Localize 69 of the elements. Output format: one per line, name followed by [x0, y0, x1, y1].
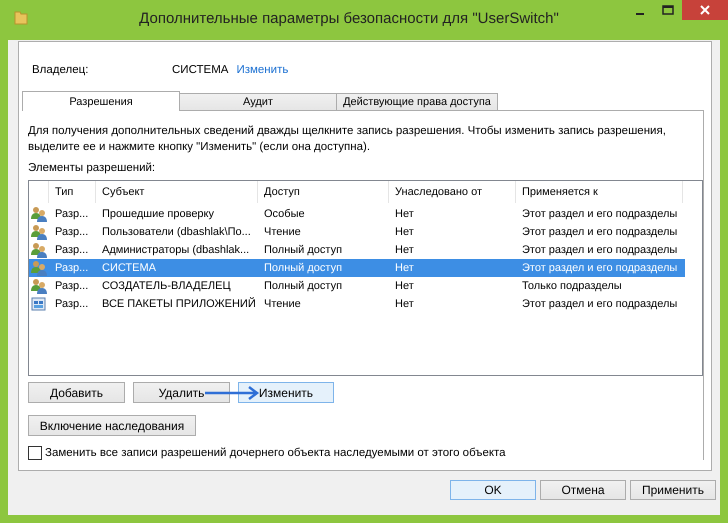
column-header[interactable]: Субъект: [96, 181, 258, 203]
column-header[interactable]: Унаследовано от: [389, 181, 516, 203]
checkbox-label: Заменить все записи разрешений дочернего объекта наследуемыми от этого объекта: [45, 447, 506, 459]
column-header[interactable]: Доступ: [258, 181, 389, 203]
table-cell-text: Чтение: [263, 226, 302, 238]
tab[interactable]: Разрешения: [22, 91, 180, 111]
action-button[interactable]: Добавить: [28, 382, 125, 403]
table-cell-text: Прошедшие проверку: [101, 208, 215, 220]
users-icon: [31, 206, 47, 222]
dialog-button[interactable]: Применить: [630, 480, 716, 500]
tab[interactable]: Аудит: [179, 93, 337, 111]
dialog-button[interactable]: OK: [450, 480, 536, 500]
users-icon: [31, 224, 47, 240]
table-cell-text: Разр...: [54, 262, 90, 274]
list-label: Элементы разрешений:: [28, 162, 156, 174]
table-cell-text: Разр...: [54, 208, 90, 220]
table-cell-text: Полный доступ: [263, 280, 344, 292]
dialog-button[interactable]: Отмена: [540, 480, 626, 500]
users-icon: [31, 242, 47, 258]
table-cell-text: Разр...: [54, 298, 90, 310]
table-cell-text: Этот раздел и его подразделы: [521, 262, 678, 274]
users-icon: [31, 260, 47, 276]
table-cell-text: Нет: [394, 262, 415, 274]
change-owner-link[interactable]: Изменить: [236, 64, 288, 76]
users-icon: [31, 278, 47, 294]
list-row[interactable]: Разр... Администраторы (dbashlak... Полный доступ Нет Этот раздел и его подразделы: [29, 241, 685, 259]
table-cell-text: Разр...: [54, 280, 90, 292]
table-cell-text: Разр...: [54, 244, 90, 256]
table-cell-text: Этот раздел и его подразделы: [521, 208, 678, 220]
column-header[interactable]: Применяется к: [516, 181, 683, 203]
table-cell-text: Полный доступ: [263, 262, 344, 274]
table-cell-text: Нет: [394, 226, 415, 238]
info-text: Для получения дополнительных сведений дважды щелкните запись разрешения. Чтобы изменить запись разрешения, выделите ее и нажмите кнопку "Изменить" (если она доступна).: [28, 124, 667, 155]
table-cell-text: Разр...: [54, 226, 90, 238]
list-row[interactable]: Разр... Прошедшие проверку Особые Нет Этот раздел и его подразделы: [29, 205, 685, 223]
table-cell-text: Администраторы (dbashlak...: [101, 244, 250, 256]
window-title: Дополнительные параметры безопасности для "UserSwitch": [138, 10, 560, 26]
table-cell-text: СОЗДАТЕЛЬ-ВЛАДЕЛЕЦ: [101, 280, 232, 292]
table-cell-text: ВСЕ ПАКЕТЫ ПРИЛОЖЕНИЙ: [101, 298, 257, 310]
table-cell-text: Этот раздел и его подразделы: [521, 298, 678, 310]
folder-icon: [14, 9, 28, 25]
action-button[interactable]: Изменить: [238, 382, 334, 403]
table-cell-text: Нет: [394, 208, 415, 220]
checkbox[interactable]: [28, 446, 42, 460]
table-cell-text: Этот раздел и его подразделы: [521, 244, 678, 256]
owner-label: Владелец:: [32, 64, 90, 76]
maximize-icon: [662, 5, 674, 15]
list-row[interactable]: Разр... СОЗДАТЕЛЬ-ВЛАДЕЛЕЦ Полный доступ Нет Только подразделы: [29, 277, 685, 295]
table-cell-text: Нет: [394, 298, 415, 310]
tab[interactable]: Действующие права доступа: [336, 93, 498, 111]
table-cell-text: Только подразделы: [521, 280, 623, 292]
table-cell-text: Пользователи (dbashlak\По...: [101, 226, 252, 238]
owner-value: СИСТЕМА: [172, 64, 228, 76]
table-cell-text: Нет: [394, 244, 415, 256]
table-cell-text: Этот раздел и его подразделы: [521, 226, 678, 238]
inheritance-button[interactable]: Включение наследования: [28, 415, 196, 436]
list-row[interactable]: Разр... ВСЕ ПАКЕТЫ ПРИЛОЖЕНИЙ Чтение Нет Этот раздел и его подразделы: [29, 295, 685, 313]
table-cell-text: Нет: [394, 280, 415, 292]
action-button[interactable]: Удалить: [133, 382, 230, 403]
minimize-icon: [636, 13, 644, 15]
package-icon: [31, 296, 47, 312]
close-button[interactable]: [682, 0, 728, 20]
table-cell-text: Чтение: [263, 298, 302, 310]
table-cell-text: СИСТЕМА: [101, 262, 157, 274]
close-icon: [700, 5, 710, 15]
column-header[interactable]: Тип: [49, 181, 96, 203]
table-cell-text: Полный доступ: [263, 244, 344, 256]
table-cell-text: Особые: [263, 208, 306, 220]
list-row[interactable]: Разр... Пользователи (dbashlak\По... Чтение Нет Этот раздел и его подразделы: [29, 223, 685, 241]
